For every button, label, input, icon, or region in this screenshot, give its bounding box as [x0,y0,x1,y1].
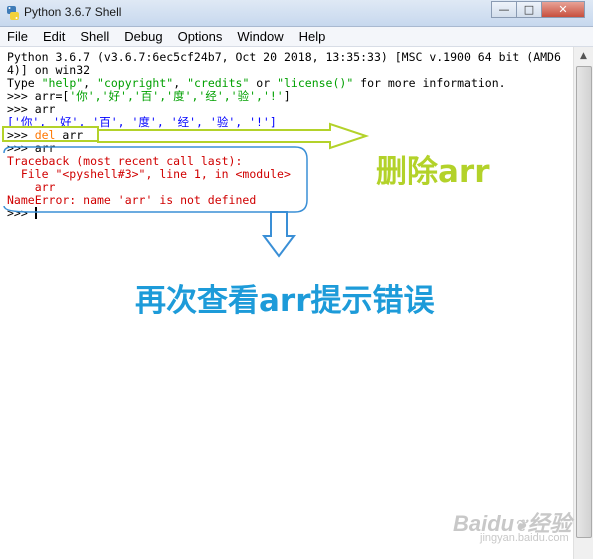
blue-arrow-down-icon [262,211,296,258]
callout-bubble [3,146,308,213]
delete-annotation: 删除arr [376,154,490,190]
error-annotation: 再次查看arr提示错误 [135,283,435,319]
highlight-box [2,126,99,142]
watermark-url: jingyan.baidu.com [480,532,569,544]
green-arrow-icon [97,122,370,150]
